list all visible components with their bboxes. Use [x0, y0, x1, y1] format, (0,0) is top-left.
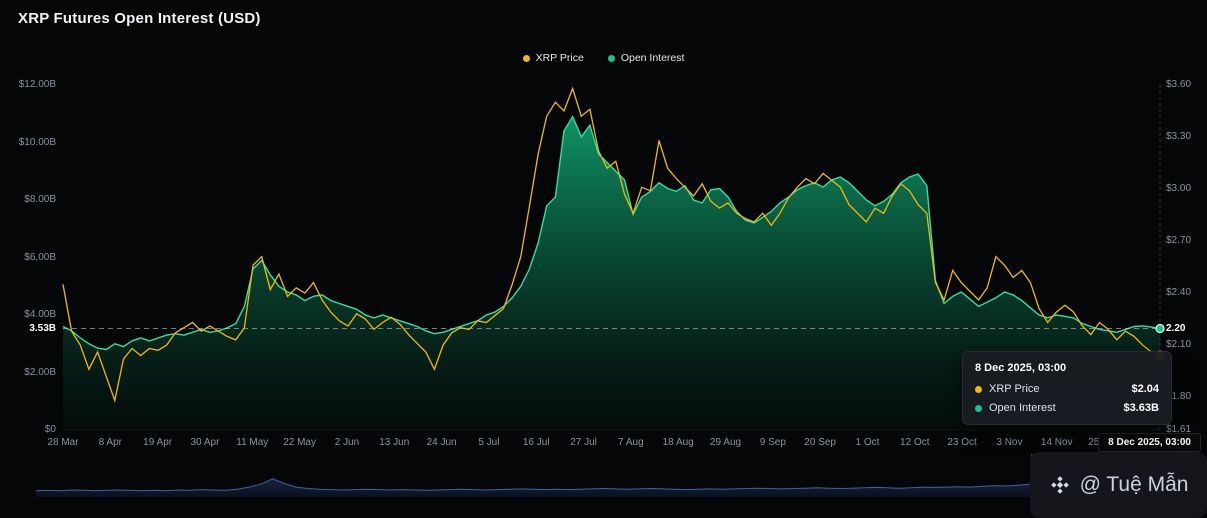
x-axis-label: 29 Aug: [710, 437, 741, 448]
x-axis-label: 9 Sep: [760, 437, 786, 448]
left-axis-tick: $8.00B: [2, 194, 56, 205]
left-axis-tick: $4.00B: [2, 309, 56, 320]
x-axis-label: 5 Jul: [478, 437, 499, 448]
x-axis-label: 22 May: [283, 437, 316, 448]
x-axis-label: 12 Oct: [900, 437, 929, 448]
left-axis-tick: $0: [2, 424, 56, 435]
right-axis-tick: $2.40: [1166, 287, 1191, 298]
tooltip-open-interest-dot: [975, 405, 982, 412]
x-axis-label: 18 Aug: [663, 437, 694, 448]
x-axis-label: 20 Sep: [804, 437, 836, 448]
right-axis-tick: $2.10: [1166, 339, 1191, 350]
tooltip-open-interest-label: Open Interest: [989, 402, 1056, 414]
left-axis-tick: $2.00B: [2, 367, 56, 378]
x-axis-label: 23 Oct: [947, 437, 976, 448]
right-axis-tick: $3.30: [1166, 131, 1191, 142]
watermark: @ Tuệ Mẫn: [1030, 452, 1207, 518]
right-axis-tick: $3.60: [1166, 79, 1191, 90]
x-axis-label: 8 Apr: [99, 437, 122, 448]
left-axis-tick: $12.00B: [2, 79, 56, 90]
x-axis-label: 2 Jun: [335, 437, 359, 448]
tooltip-row-xrp-price: XRP Price $2.04: [975, 383, 1159, 395]
x-axis-label: 7 Aug: [618, 437, 644, 448]
x-axis-label: 13 Jun: [379, 437, 409, 448]
x-axis-label: 30 Apr: [190, 437, 219, 448]
tooltip-open-interest-value: $3.63B: [1124, 402, 1159, 414]
current-price-axis-label: 2.20: [1166, 323, 1185, 334]
x-axis-label: 14 Nov: [1041, 437, 1073, 448]
right-axis-tick: $2.70: [1166, 235, 1191, 246]
binance-logo-icon: [1049, 474, 1071, 496]
tooltip-title: 8 Dec 2025, 03:00: [975, 362, 1159, 374]
tooltip-xrp-price-dot: [975, 386, 982, 393]
x-axis-label: 16 Jul: [523, 437, 550, 448]
x-axis-label: 24 Jun: [427, 437, 457, 448]
x-axis-label: 27 Jul: [570, 437, 597, 448]
x-axis-label: 28 Mar: [47, 437, 78, 448]
x-axis-label: 19 Apr: [143, 437, 172, 448]
right-axis-tick: $3.00: [1166, 183, 1191, 194]
tooltip-xrp-price-label: XRP Price: [989, 383, 1040, 395]
tooltip-xrp-price-value: $2.04: [1131, 383, 1159, 395]
left-axis-tick: $6.00B: [2, 252, 56, 263]
watermark-handle: @ Tuệ Mẫn: [1080, 473, 1189, 497]
tooltip-row-open-interest: Open Interest $3.63B: [975, 402, 1159, 414]
crosshair-date-badge: 8 Dec 2025, 03:00: [1098, 433, 1201, 452]
x-axis-label: 1 Oct: [856, 437, 880, 448]
tooltip: 8 Dec 2025, 03:00 XRP Price $2.04 Open I…: [962, 351, 1172, 425]
main-chart[interactable]: [0, 0, 1207, 518]
x-axis-label: 11 May: [236, 437, 268, 448]
current-open-interest-axis-label: 3.53B: [2, 323, 56, 334]
x-axis-label: 3 Nov: [996, 437, 1022, 448]
chart-panel: XRP Futures Open Interest (USD) XRP Pric…: [0, 0, 1207, 518]
left-axis-tick: $10.00B: [2, 137, 56, 148]
